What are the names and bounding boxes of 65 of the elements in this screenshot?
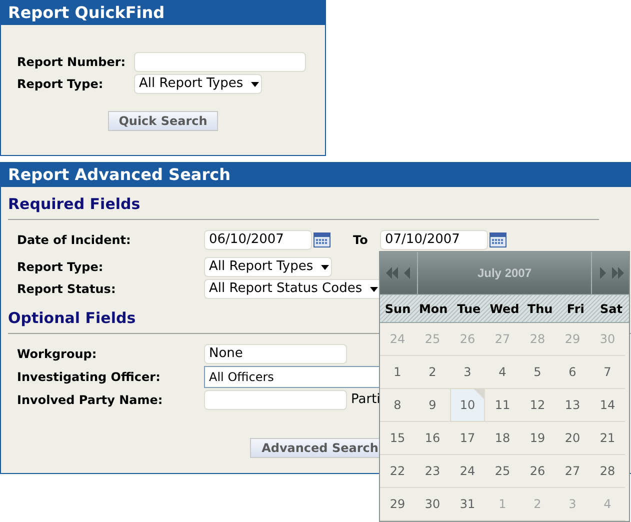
dropdown[interactable]: All Report Types xyxy=(134,74,262,94)
day-cell[interactable]: 27 xyxy=(555,455,590,488)
day-cell[interactable]: 18 xyxy=(485,422,520,455)
weekday-label: Wed xyxy=(488,300,520,318)
day-cell[interactable]: 29 xyxy=(380,488,415,521)
corner-fold-icon xyxy=(474,389,484,399)
day-cell[interactable]: 15 xyxy=(380,422,415,455)
day-cell[interactable]: 20 xyxy=(555,422,590,455)
day-cell[interactable]: 6 xyxy=(555,356,590,389)
calendar-icon[interactable] xyxy=(313,232,331,248)
day-cell[interactable]: 31 xyxy=(450,488,485,521)
weekday-label: Tue xyxy=(456,300,482,318)
day-cell[interactable]: 25 xyxy=(485,455,520,488)
dropdown[interactable]: All Report Types xyxy=(204,257,332,277)
day-cell[interactable]: 7 xyxy=(590,356,625,389)
day-cell[interactable]: 28 xyxy=(590,455,625,488)
day-cell[interactable]: 12 xyxy=(520,389,555,422)
day-cell[interactable]: 1 xyxy=(380,356,415,389)
day-cell[interactable]: 4 xyxy=(485,356,520,389)
weekday-label: Fri xyxy=(566,300,586,318)
field-label: Date of Incident: xyxy=(17,232,132,249)
weekday-label: Mon xyxy=(418,300,449,318)
field-hint: Parti xyxy=(351,391,380,410)
day-cell[interactable]: 11 xyxy=(485,389,520,422)
field-label: Involved Party Name: xyxy=(17,392,164,409)
field-label: Report Type: xyxy=(17,259,104,276)
day-cell[interactable]: 2 xyxy=(415,356,450,389)
field-label: Investigating Officer: xyxy=(17,369,162,386)
input-field[interactable] xyxy=(204,390,347,410)
caret-icon xyxy=(370,286,378,292)
field-label: Report Number: xyxy=(17,54,127,71)
section-heading: Required Fields xyxy=(8,194,140,215)
input-field[interactable] xyxy=(134,52,306,72)
weekday-label: Sat xyxy=(598,300,624,318)
day-cell[interactable]: 10 xyxy=(450,389,485,422)
day-cell[interactable]: 13 xyxy=(555,389,590,422)
day-cell[interactable]: 26 xyxy=(520,455,555,488)
panel-title: Report QuickFind xyxy=(1,0,325,25)
search-button[interactable]: Quick Search xyxy=(108,111,218,131)
field-label: To xyxy=(353,232,369,249)
field-label: Report Status: xyxy=(17,281,117,298)
input-field[interactable]: None xyxy=(204,344,347,364)
day-cell[interactable]: 8 xyxy=(380,389,415,422)
day-cell[interactable]: 24 xyxy=(450,455,485,488)
field-label: Report Type: xyxy=(17,76,104,93)
calendar-icon[interactable] xyxy=(489,232,507,248)
panel-title: Report Advanced Search xyxy=(1,162,631,187)
caret-icon xyxy=(321,264,330,270)
day-cell[interactable]: 23 xyxy=(415,455,450,488)
weekday-label: Thu xyxy=(526,300,554,318)
day-cell[interactable]: 16 xyxy=(415,422,450,455)
day-cell[interactable]: 14 xyxy=(590,389,625,422)
day-cell[interactable]: 17 xyxy=(450,422,485,455)
day-cell[interactable]: 22 xyxy=(380,455,415,488)
weekday-label: Sun xyxy=(384,300,412,318)
field-label: Workgroup: xyxy=(17,346,98,363)
section-heading: Optional Fields xyxy=(8,308,136,329)
input-field[interactable]: 07/10/2007 xyxy=(380,230,488,250)
day-cell[interactable]: 19 xyxy=(520,422,555,455)
input-field[interactable]: 06/10/2007 xyxy=(204,230,312,250)
day-cell[interactable]: 5 xyxy=(520,356,555,389)
day-cell[interactable]: 30 xyxy=(415,488,450,521)
day-cell[interactable]: 21 xyxy=(590,422,625,455)
month-title: July 2007 xyxy=(476,265,533,282)
caret-icon xyxy=(251,82,260,86)
